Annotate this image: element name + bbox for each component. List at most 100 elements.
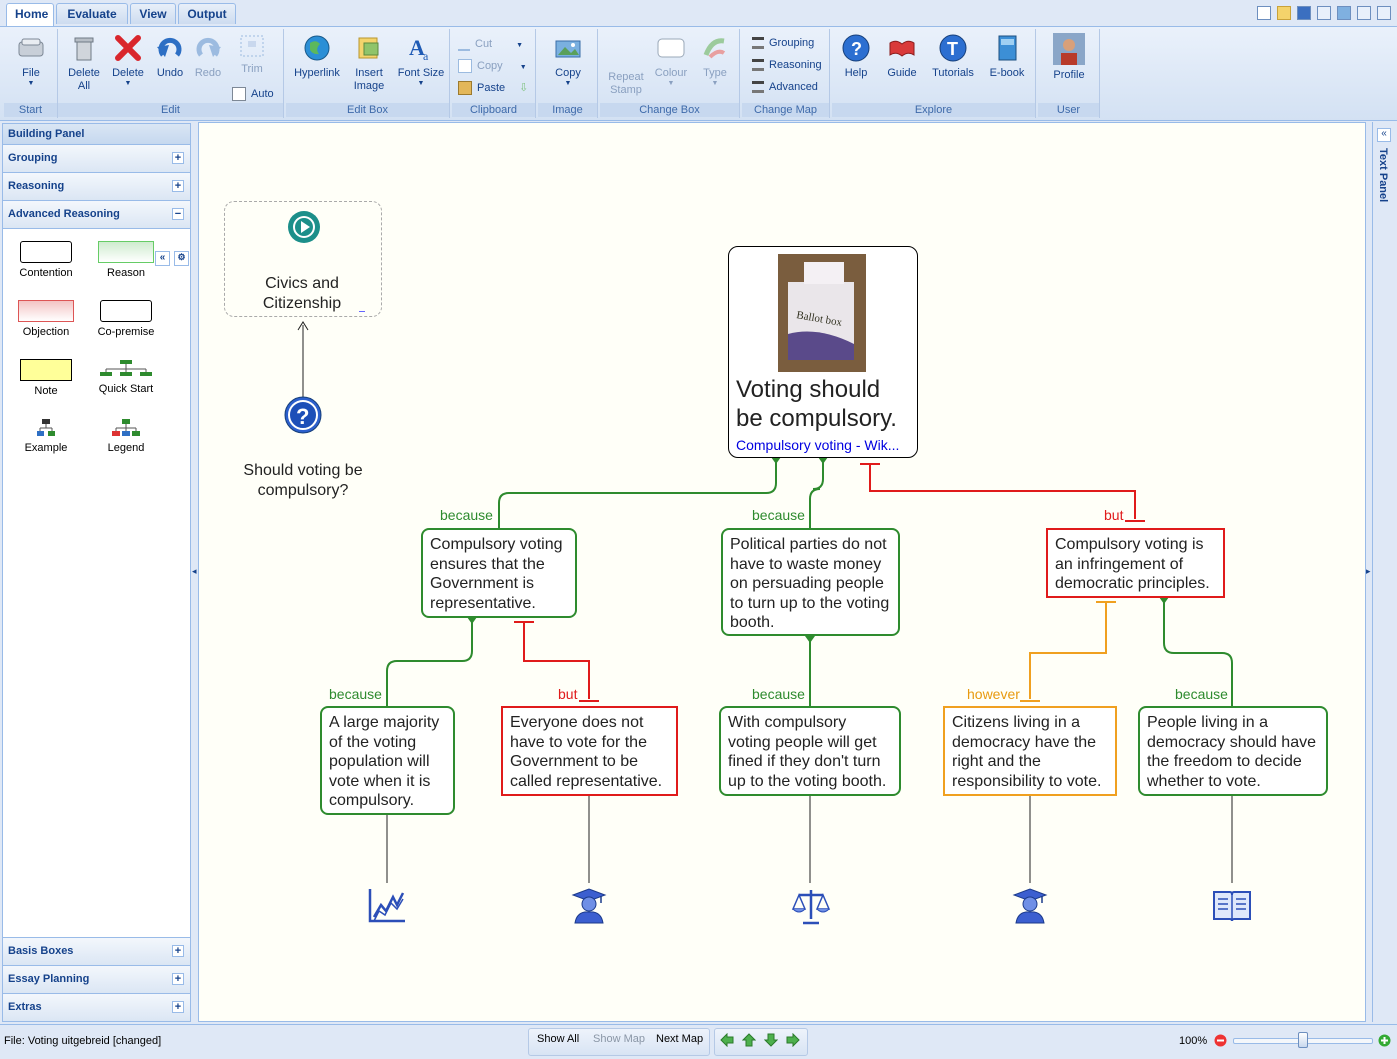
argument-map-canvas[interactable]: Civics and Citizenship ? Should voting b… <box>198 122 1366 1022</box>
refresh-icon[interactable] <box>1377 6 1391 20</box>
section-grouping[interactable]: Grouping + <box>3 145 190 173</box>
rebuttal-box-1[interactable]: Citizens living in a democracy have the … <box>943 706 1117 796</box>
reason-box-3[interactable]: People living in a democracy should have… <box>1138 706 1328 796</box>
tool-reason[interactable]: Reason <box>91 241 161 279</box>
profile-button[interactable]: Profile <box>1046 33 1092 82</box>
redo-button[interactable]: Redo <box>190 33 226 80</box>
guide-button[interactable]: Guide <box>880 33 924 80</box>
section-advanced-reasoning[interactable]: Advanced Reasoning − <box>3 201 190 229</box>
profile-avatar-icon <box>1053 33 1085 65</box>
auto-checkbox[interactable]: Auto <box>232 87 274 101</box>
trim-button[interactable]: Trim <box>232 33 272 76</box>
collapse-icon[interactable]: − <box>172 208 184 220</box>
expand-icon[interactable]: + <box>172 945 184 957</box>
arrow-up-icon[interactable] <box>742 1033 756 1047</box>
contention-box[interactable]: Ballot box Voting should be compulsory. … <box>728 246 918 458</box>
type-button[interactable]: Type ▼ <box>696 33 734 88</box>
arrow-right-icon[interactable] <box>786 1033 800 1047</box>
play-icon[interactable] <box>287 210 321 244</box>
reasoning-button[interactable]: Reasoning <box>752 59 822 72</box>
group-change-box: Repeat Stamp Colour ▼ Type ▼ Change Box <box>600 29 740 118</box>
zoom-slider-thumb[interactable] <box>1298 1032 1308 1048</box>
expert-opinion-icon[interactable] <box>570 887 608 925</box>
font-size-button[interactable]: Aa Font Size ▼ <box>394 33 448 88</box>
save-icon[interactable] <box>1296 6 1311 20</box>
show-all-button[interactable]: Show All <box>537 1033 579 1045</box>
zoom-in-icon[interactable] <box>1378 1034 1391 1047</box>
arrow-left-icon[interactable] <box>720 1033 734 1047</box>
group-start: File ▼ Start <box>4 29 58 118</box>
because-label: because <box>329 686 382 702</box>
tutorials-icon: T <box>939 34 967 62</box>
question-icon[interactable]: ? <box>284 396 322 434</box>
tool-contention[interactable]: Contention <box>11 241 81 279</box>
cut-button[interactable]: Cut ▼ <box>458 37 523 51</box>
expand-icon[interactable]: + <box>172 973 184 985</box>
tool-example[interactable]: Example <box>11 418 81 454</box>
contention-text: Voting should be compulsory. <box>736 376 897 432</box>
tab-evaluate[interactable]: Evaluate <box>56 3 128 24</box>
repeat-stamp-button[interactable]: Repeat Stamp <box>606 71 646 97</box>
tab-view[interactable]: View <box>130 3 176 24</box>
insert-image-button[interactable]: Insert Image <box>346 33 392 93</box>
tool-co-premise[interactable]: Co-premise <box>91 300 161 338</box>
text-panel-collapsed[interactable]: « <box>1372 122 1395 1022</box>
window-icon[interactable] <box>1356 6 1371 20</box>
expand-icon[interactable]: + <box>172 1001 184 1013</box>
tutorials-button[interactable]: T Tutorials <box>928 33 978 80</box>
delete-all-button[interactable]: Delete All <box>64 33 104 93</box>
open-folder-icon[interactable] <box>1276 6 1291 20</box>
expand-icon[interactable]: + <box>172 180 184 192</box>
expand-icon[interactable]: + <box>172 152 184 164</box>
new-file-icon[interactable] <box>1256 6 1271 20</box>
group-title-clipboard: Clipboard <box>452 103 535 117</box>
next-map-button[interactable]: Next Map <box>656 1033 703 1045</box>
arrow-down-icon[interactable] <box>764 1033 778 1047</box>
zoom-out-icon[interactable] <box>1214 1034 1227 1047</box>
reason-box-1[interactable]: Compulsory voting ensures that the Gover… <box>421 528 577 618</box>
undo-button[interactable]: Undo <box>152 33 188 80</box>
legend-icon <box>112 419 140 436</box>
law-scales-icon[interactable] <box>791 887 831 925</box>
tool-objection[interactable]: Objection <box>11 300 81 338</box>
tool-note[interactable]: Note <box>11 359 81 397</box>
objection-box-1[interactable]: Compulsory voting is an infringement of … <box>1046 528 1225 598</box>
hyperlink-button[interactable]: Hyperlink <box>290 33 344 80</box>
topic-link-marker <box>359 311 365 312</box>
advanced-button[interactable]: Advanced <box>752 81 818 94</box>
section-essay-planning[interactable]: Essay Planning + <box>3 966 190 994</box>
contention-link[interactable]: Compulsory voting - Wik... <box>736 437 899 453</box>
right-splitter-handle[interactable]: ▸ <box>1366 566 1371 577</box>
expand-text-panel-icon[interactable]: « <box>1377 128 1391 142</box>
section-basis-boxes[interactable]: Basis Boxes + <box>3 937 190 966</box>
publication-book-icon[interactable] <box>1212 887 1252 923</box>
reason-box-2[interactable]: Political parties do not have to waste m… <box>721 528 900 636</box>
help-button[interactable]: ? Help <box>836 33 876 80</box>
copy-button[interactable]: Copy ▼ <box>458 59 527 73</box>
copy-image-button[interactable]: Copy ▼ <box>546 33 590 88</box>
section-reasoning[interactable]: Reasoning + <box>3 173 190 201</box>
colour-button[interactable]: Colour ▼ <box>650 33 692 88</box>
tab-home[interactable]: Home <box>6 3 54 26</box>
ebook-button[interactable]: E-book <box>984 33 1030 80</box>
file-button[interactable]: File ▼ <box>10 33 52 88</box>
tool-legend[interactable]: Legend <box>91 418 161 454</box>
expert-opinion-icon[interactable] <box>1011 887 1049 925</box>
show-map-button[interactable]: Show Map <box>593 1033 645 1045</box>
objection-box-1a[interactable]: Everyone does not have to vote for the G… <box>501 706 678 796</box>
grouping-button[interactable]: Grouping <box>752 37 814 50</box>
guide-book-icon <box>889 40 915 57</box>
tab-output[interactable]: Output <box>178 3 236 24</box>
reason-box-2a[interactable]: With compulsory voting people will get f… <box>719 706 901 796</box>
reason-box-1a[interactable]: A large majority of the voting populatio… <box>320 706 455 815</box>
export-icon[interactable] <box>1316 6 1331 20</box>
tool-quick-start[interactable]: Quick Start <box>91 359 161 395</box>
statistics-chart-icon[interactable] <box>367 887 407 925</box>
left-splitter-handle[interactable]: ◂ <box>192 566 197 577</box>
image-icon[interactable] <box>1336 6 1351 20</box>
topic-box[interactable]: Civics and Citizenship <box>224 201 382 317</box>
paste-button[interactable]: Paste ⇩ <box>458 81 528 96</box>
delete-button[interactable]: Delete ▼ <box>108 33 148 88</box>
section-extras[interactable]: Extras + <box>3 994 190 1021</box>
text-panel-label[interactable]: Text Panel <box>1377 148 1389 202</box>
